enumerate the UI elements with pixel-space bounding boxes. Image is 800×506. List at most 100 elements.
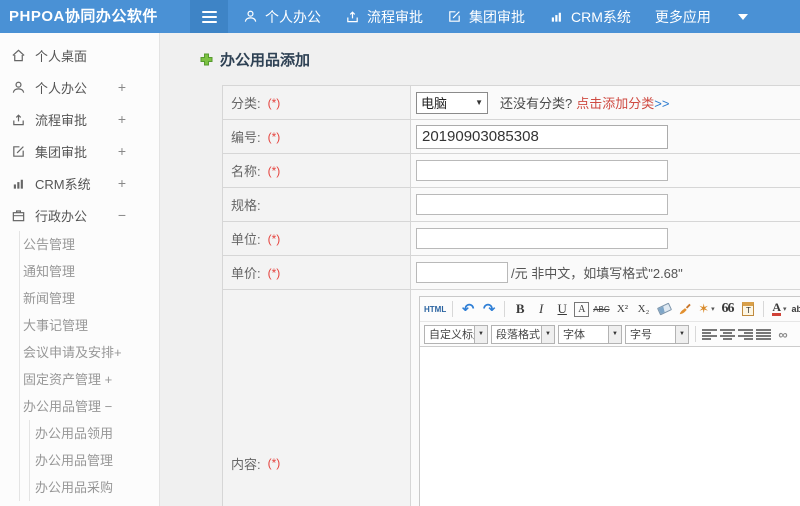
font-color-button[interactable]: A ▾ <box>770 300 788 319</box>
blockquote-button[interactable]: 66 <box>718 300 736 319</box>
superscript-button[interactable]: X² <box>613 300 631 319</box>
code-value-cell <box>411 120 800 153</box>
remove-format-button[interactable] <box>655 300 673 319</box>
form-row-name: 名称: (*) <box>223 154 800 188</box>
paragraph-format-select[interactable]: 段落格式 ▼ <box>491 324 555 344</box>
sidebar-item-admin-office[interactable]: 行政办公 − <box>0 199 159 231</box>
undo-button[interactable]: ↶ <box>459 300 477 319</box>
font-color-icon: A <box>772 300 782 316</box>
font-size-select[interactable]: 字号 ▼ <box>625 324 689 344</box>
form-row-content: 内容: (*) HTML ↶ ↷ B I U A ABC X² X₂ ✶ ▾ 6… <box>223 290 800 506</box>
auto-typeset-button[interactable]: ✶ ▾ <box>697 300 715 319</box>
sidebar-item-announcement-mgmt[interactable]: 公告管理 <box>20 231 159 258</box>
supplies-add-form: 分类: (*) 电脑 ▼ 还没有分类? 点击添加分类>> 编号: (*) 201… <box>222 85 800 506</box>
topbar: PHPOA协同办公软件 个人办公 流程审批 集团审批 CRM系统 更多应用 <box>0 0 800 33</box>
expand-plus-icon[interactable]: + <box>118 103 126 135</box>
format-painter-button[interactable] <box>676 300 694 319</box>
magic-wand-icon: ✶ <box>698 301 710 316</box>
required-mark: (*) <box>267 231 281 246</box>
align-justify-button[interactable] <box>756 328 771 341</box>
spec-label-cell: 规格: <box>223 188 411 221</box>
sidebar-item-personal-desktop[interactable]: 个人桌面 <box>0 39 159 71</box>
sidebar-item-group-approval[interactable]: 集团审批 + <box>0 135 159 167</box>
admin-office-submenu: 公告管理 通知管理 新闻管理 大事记管理 会议申请及安排+ 固定资产管理 + 办… <box>19 231 159 501</box>
expand-plus-icon[interactable]: + <box>118 135 126 167</box>
sidebar-item-supplies-claim[interactable]: 办公用品领用 <box>30 420 159 447</box>
code-input[interactable] <box>416 124 668 149</box>
field-label: 内容: <box>231 456 261 472</box>
sidebar-item-events-mgmt[interactable]: 大事记管理 <box>20 312 159 339</box>
insert-link-button[interactable]: ∞ <box>774 325 792 344</box>
required-mark: (*) <box>267 456 281 470</box>
nav-label: 集团审批 <box>469 8 525 25</box>
workflow-icon <box>13 113 24 125</box>
underline-button[interactable]: U <box>553 300 571 319</box>
html-source-button[interactable]: HTML <box>424 300 446 319</box>
collapse-minus-icon[interactable]: − <box>118 199 126 231</box>
editor-body[interactable] <box>420 347 800 506</box>
price-label-cell: 单价: (*) <box>223 256 411 289</box>
sidebar-item-personal-office[interactable]: 个人办公 + <box>0 71 159 103</box>
unit-input[interactable] <box>416 228 668 249</box>
align-left-button[interactable] <box>702 328 717 341</box>
caret-down-icon <box>737 13 748 20</box>
required-mark: (*) <box>267 265 281 280</box>
add-plus-icon <box>200 53 213 66</box>
add-category-arrows[interactable]: >> <box>654 96 669 111</box>
highlight-color-button[interactable]: ab✎▾ <box>791 300 800 319</box>
strikethrough-button[interactable]: ABC <box>592 300 610 319</box>
nav-more-apps[interactable]: 更多应用 <box>655 7 748 27</box>
form-row-code: 编号: (*) <box>223 120 800 154</box>
paste-plain-text-button[interactable]: T <box>739 300 757 319</box>
expand-plus-icon[interactable]: + <box>118 71 126 103</box>
sidebar-item-asset-mgmt[interactable]: 固定资产管理 + <box>20 366 159 393</box>
unit-label-cell: 单位: (*) <box>223 222 411 255</box>
field-label: 分类: <box>231 96 261 111</box>
main-content: 办公用品添加 分类: (*) 电脑 ▼ 还没有分类?点击添加分类>> 编号: <box>161 33 800 506</box>
align-right-button[interactable] <box>738 328 753 341</box>
sidebar-item-crm-system[interactable]: CRM系统 + <box>0 167 159 199</box>
category-select[interactable]: 电脑 ▼ <box>416 91 488 114</box>
sidebar-item-supplies-mgmt[interactable]: 办公用品管理 − <box>20 393 159 420</box>
spec-input[interactable] <box>416 194 668 215</box>
hamburger-icon <box>201 10 217 23</box>
form-row-spec: 规格: <box>223 188 800 222</box>
sidebar-item-label: 个人桌面 <box>35 48 88 64</box>
sidebar-item-meeting-mgmt[interactable]: 会议申请及安排+ <box>20 339 159 366</box>
align-center-button[interactable] <box>720 328 735 341</box>
price-input[interactable] <box>416 262 508 283</box>
rich-text-editor: HTML ↶ ↷ B I U A ABC X² X₂ ✶ ▾ 66 T A ▾ … <box>419 296 800 506</box>
italic-button[interactable]: I <box>532 300 550 319</box>
add-category-link[interactable]: 点击添加分类 <box>576 96 654 111</box>
nav-workflow-approval[interactable]: 流程审批 <box>345 7 423 27</box>
sidebar-item-notice-mgmt[interactable]: 通知管理 <box>20 258 159 285</box>
sidebar-toggle-button[interactable] <box>190 0 228 33</box>
nav-crm-system[interactable]: CRM系统 <box>549 7 631 27</box>
nav-personal-office[interactable]: 个人办公 <box>243 7 321 27</box>
required-mark: (*) <box>267 163 281 178</box>
content-value-cell: HTML ↶ ↷ B I U A ABC X² X₂ ✶ ▾ 66 T A ▾ … <box>411 290 800 506</box>
char-border-button[interactable]: A <box>574 301 590 317</box>
sidebar-item-supplies-purchase[interactable]: 办公用品采购 <box>30 474 159 501</box>
briefcase-icon <box>12 209 25 221</box>
supplies-submenu: 办公用品领用 办公用品管理 办公用品采购 <box>29 420 159 501</box>
eraser-icon <box>656 302 673 316</box>
sidebar-item-workflow-approval[interactable]: 流程审批 + <box>0 103 159 135</box>
field-label: 单位: <box>231 232 261 247</box>
expand-plus-icon[interactable]: + <box>118 167 126 199</box>
spec-value-cell <box>411 188 800 221</box>
sidebar-item-supplies-manage[interactable]: 办公用品管理 <box>30 447 159 474</box>
redo-button[interactable]: ↷ <box>480 300 498 319</box>
bar-chart-icon <box>13 179 23 189</box>
custom-title-select[interactable]: 自定义标题▼ <box>424 324 488 344</box>
sidebar-item-news-mgmt[interactable]: 新闻管理 <box>20 285 159 312</box>
bold-button[interactable]: B <box>511 300 529 319</box>
name-input[interactable] <box>416 160 668 181</box>
form-row-category: 分类: (*) 电脑 ▼ 还没有分类? 点击添加分类>> <box>223 86 800 120</box>
subscript-button[interactable]: X₂ <box>634 300 652 319</box>
font-family-select[interactable]: 字体 ▼ <box>558 324 622 344</box>
nav-group-approval[interactable]: 集团审批 <box>447 7 525 27</box>
caret-down-icon: ▼ <box>675 325 688 343</box>
caret-down-icon: ▾ <box>711 306 715 313</box>
home-icon <box>12 49 25 61</box>
